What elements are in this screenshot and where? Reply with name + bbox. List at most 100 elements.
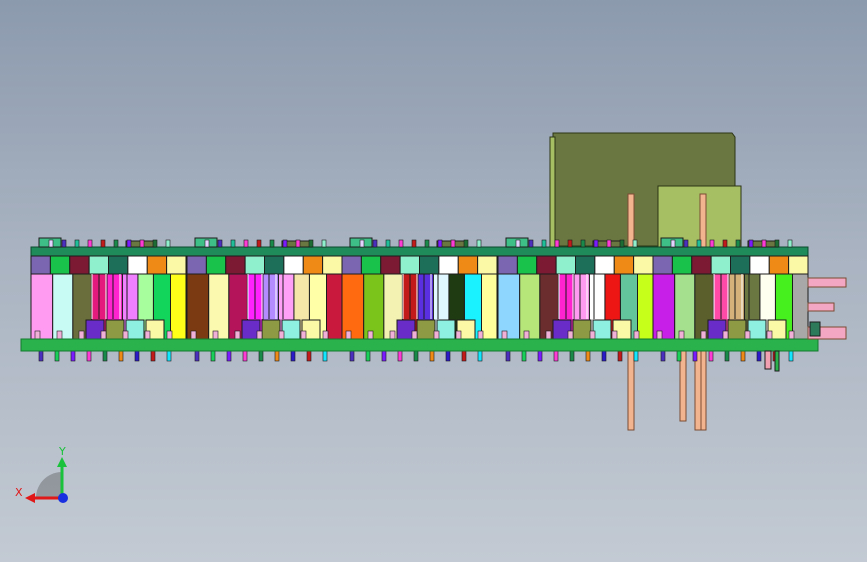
- top-pin: [165, 239, 171, 248]
- standoff-pin: [678, 330, 685, 340]
- board-pin: [601, 350, 607, 362]
- top-pin: [515, 239, 521, 248]
- top-pin: [100, 239, 106, 248]
- standoff-pin: [300, 330, 307, 340]
- module-body-cell: [30, 273, 54, 340]
- standoff-pin: [722, 330, 729, 340]
- top-pin: [126, 239, 132, 248]
- stripe-detail: [126, 274, 128, 319]
- top-pin: [580, 239, 586, 248]
- y-axis-arrowhead: [57, 457, 67, 467]
- module-header-cell: [205, 255, 227, 275]
- stripe-detail: [402, 274, 404, 319]
- module-header-cell: [264, 255, 285, 275]
- top-pin: [437, 239, 443, 248]
- standoff-pin: [567, 330, 574, 340]
- board-pin: [740, 350, 746, 362]
- stripe-detail: [586, 274, 588, 319]
- top-pin: [632, 239, 638, 248]
- module-header-cell: [652, 255, 673, 275]
- standoff-pin: [411, 330, 418, 340]
- top-pin: [787, 239, 793, 248]
- module-header-cell: [633, 255, 654, 275]
- cad-viewport[interactable]: X Y: [0, 0, 867, 562]
- top-pin: [48, 239, 54, 248]
- standoff-pin: [166, 330, 173, 340]
- board-pin: [397, 350, 403, 362]
- board-bottom-pins: [764, 350, 780, 372]
- top-pin: [139, 239, 145, 248]
- board-pin: [788, 350, 794, 362]
- stripe-detail: [741, 274, 743, 319]
- module-header-cell: [730, 255, 751, 275]
- module-header-cell: [749, 255, 770, 275]
- bottom-block: [572, 319, 592, 340]
- standoff-pin: [545, 330, 552, 340]
- module-header-cell: [788, 255, 809, 275]
- standoff-pin: [122, 330, 129, 340]
- stripe-detail: [734, 274, 736, 319]
- z-axis-dot: [58, 493, 68, 503]
- board-pin: [150, 350, 156, 362]
- module-header-cell: [69, 255, 90, 275]
- standoff-pin: [190, 330, 197, 340]
- top-pin: [735, 239, 741, 248]
- module-header-cell: [613, 255, 635, 275]
- top-mounting-rail: [30, 246, 809, 257]
- stripe-detail: [112, 274, 114, 319]
- module-header-cell: [127, 255, 148, 275]
- stripe-detail: [748, 274, 750, 319]
- top-pin: [87, 239, 93, 248]
- standoff-pin: [144, 330, 151, 340]
- board-pin: [633, 350, 639, 362]
- board-pin: [724, 350, 730, 362]
- top-pin: [722, 239, 728, 248]
- board-pin: [306, 350, 312, 362]
- standoff-pin: [766, 330, 773, 340]
- module-header-cell: [283, 255, 304, 275]
- board-pin: [102, 350, 108, 362]
- triad-quarter-disc: [36, 472, 62, 498]
- standoff-pin: [34, 330, 41, 340]
- module-header-cell: [691, 255, 712, 275]
- module-header-cell: [768, 255, 790, 275]
- standoff-pin: [256, 330, 263, 340]
- board-pin: [226, 350, 232, 362]
- board-pin: [521, 350, 527, 362]
- stripe-detail: [713, 274, 715, 319]
- bottom-block: [436, 319, 456, 340]
- standoff-pin: [322, 330, 329, 340]
- standoff-pin: [656, 330, 663, 340]
- board-pin: [242, 350, 248, 362]
- board-pin: [258, 350, 264, 362]
- top-pin: [113, 239, 119, 248]
- top-pin: [398, 239, 404, 248]
- bottom-block: [727, 319, 747, 340]
- top-pin: [204, 239, 210, 248]
- top-pin: [411, 239, 417, 248]
- board-pin: [70, 350, 76, 362]
- board-pin: [660, 350, 666, 362]
- board-pin: [274, 350, 280, 362]
- top-pin: [683, 239, 689, 248]
- board-pin: [349, 350, 355, 362]
- y-axis-label: Y: [58, 445, 66, 458]
- bottom-block: [592, 319, 612, 340]
- stripe-detail: [254, 274, 256, 319]
- module-header-cell: [399, 255, 420, 275]
- module-body-cell: [363, 273, 385, 340]
- standoff-pin: [345, 330, 352, 340]
- module-header-cell: [186, 255, 207, 275]
- top-pin: [372, 239, 378, 248]
- board-pin: [461, 350, 467, 362]
- connector-housing: [549, 132, 742, 249]
- standoff-pin: [501, 330, 508, 340]
- board-pin: [322, 350, 328, 362]
- top-pin: [541, 239, 547, 248]
- stripe-detail: [572, 274, 574, 319]
- bottom-block: [747, 319, 767, 340]
- stripe-detail: [727, 274, 729, 319]
- top-pin: [748, 239, 754, 248]
- top-pin: [450, 239, 456, 248]
- module-header-cell: [457, 255, 479, 275]
